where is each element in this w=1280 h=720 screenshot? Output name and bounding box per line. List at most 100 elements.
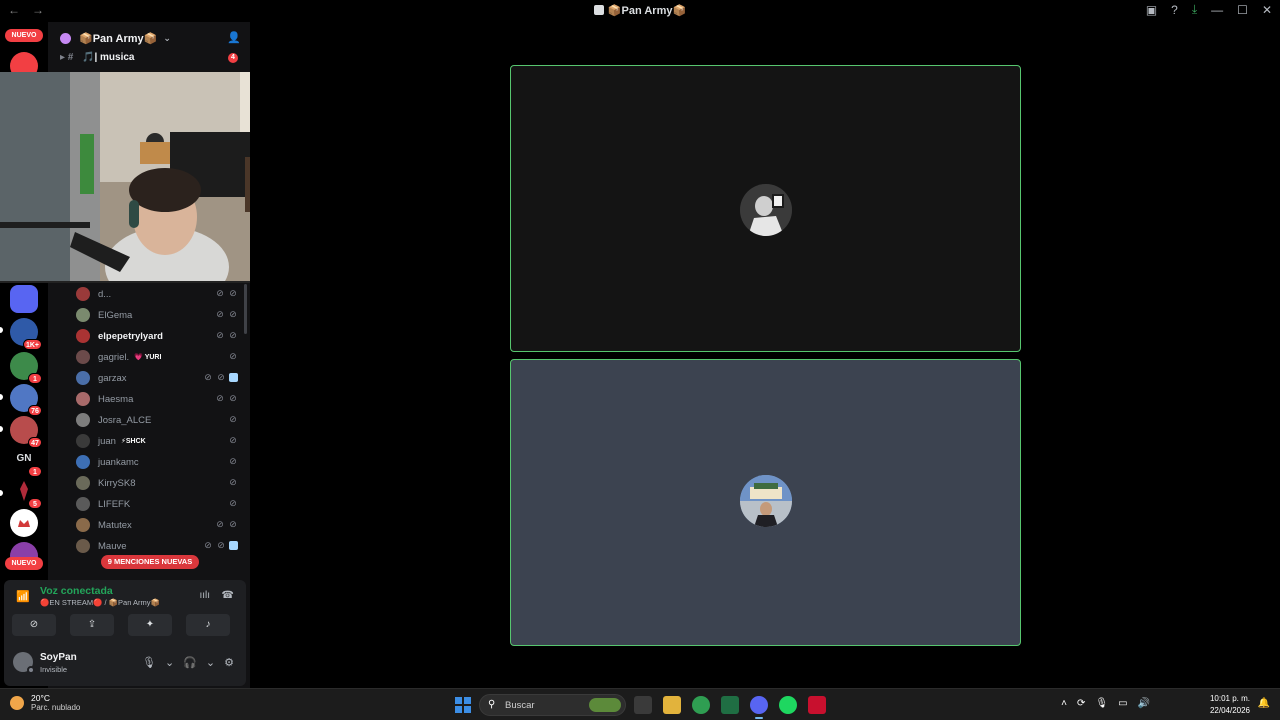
new-badge-top: NUEVO xyxy=(5,29,43,42)
server-icon-rose[interactable]: 5 xyxy=(10,477,42,509)
network-icon[interactable]: ▭ xyxy=(1118,698,1127,709)
list-item[interactable]: d... ⊘ ⊘ xyxy=(76,284,246,304)
chrome-icon[interactable] xyxy=(692,696,710,714)
noise-suppression-icon[interactable]: ıılı xyxy=(199,590,210,601)
boost-icon xyxy=(60,32,71,44)
chevron-down-icon[interactable]: ⌄ xyxy=(206,656,215,669)
list-item[interactable]: Mauve ⊘ ⊘ xyxy=(76,536,246,556)
start-button[interactable] xyxy=(455,697,471,713)
list-item[interactable]: Haesma ⊘ ⊘ xyxy=(76,389,246,409)
deafen-icon: ⊘ xyxy=(217,372,225,382)
screen-share-button[interactable]: ⇪ xyxy=(70,614,114,636)
username[interactable]: SoyPan xyxy=(40,652,77,663)
list-item[interactable]: KirrySK8 ⊘ xyxy=(76,473,246,493)
server-header[interactable]: 📦Pan Army📦 ⌄ 👤 xyxy=(48,22,250,54)
participant-avatar[interactable] xyxy=(740,475,792,527)
time: 10:01 p. m. xyxy=(1209,694,1250,703)
avatar xyxy=(76,518,90,532)
voice-status[interactable]: Voz conectada xyxy=(40,585,113,597)
discord-app-icon xyxy=(593,5,604,15)
spotify-icon[interactable] xyxy=(779,696,797,714)
server-icon-purple[interactable] xyxy=(10,285,38,313)
back-arrow-icon[interactable]: ← xyxy=(8,3,20,17)
mute-icon: ⊘ xyxy=(229,435,237,445)
server-name: 📦Pan Army📦 xyxy=(79,32,158,45)
close-button[interactable]: ✕ xyxy=(1262,3,1272,17)
camera-icon xyxy=(229,373,238,382)
volume-icon[interactable]: 🔊 xyxy=(1138,698,1150,709)
search-box[interactable]: ⚲ Buscar xyxy=(479,694,626,716)
mute-icon: ⊘ xyxy=(216,330,224,340)
unread-dot xyxy=(0,426,3,432)
headphones-icon[interactable]: 🎧 xyxy=(183,656,197,669)
weather-widget[interactable]: 20°C Parc. nublado xyxy=(10,693,80,712)
list-item[interactable]: LIFEFK ⊘ xyxy=(76,494,246,514)
mute-icon: ⊘ xyxy=(229,414,237,424)
date: 22/04/2026 xyxy=(1209,706,1250,715)
search-highlight-image xyxy=(589,698,621,712)
mute-icon: ⊘ xyxy=(229,351,237,361)
list-item[interactable]: garzax ⊘ ⊘ xyxy=(76,368,246,388)
unread-dot xyxy=(0,327,3,333)
task-view-icon[interactable] xyxy=(634,696,652,714)
weather-condition: Parc. nublado xyxy=(31,703,81,712)
soundboard-button[interactable]: ♪ xyxy=(186,614,230,636)
list-item[interactable]: ElGema ⊘ ⊘ xyxy=(76,305,246,325)
signal-icon[interactable]: 📶 xyxy=(16,590,30,604)
list-item[interactable]: Josra_ALCE ⊘ xyxy=(76,410,246,430)
voice-channel-detail[interactable]: 🔴EN STREAM🔴 / 📦Pan Army📦 xyxy=(40,598,160,607)
app-icon-red[interactable] xyxy=(808,696,826,714)
temperature: 20°C xyxy=(31,693,50,703)
deafen-icon: ⊘ xyxy=(229,519,237,529)
add-member-icon[interactable]: 👤 xyxy=(227,31,241,44)
list-item[interactable]: juankamc ⊘ xyxy=(76,452,246,472)
server-icon-anime[interactable]: 76 xyxy=(10,384,42,416)
chevron-down-icon[interactable]: ⌄ xyxy=(165,656,174,669)
server-icon-green[interactable]: 1 xyxy=(10,352,42,384)
voice-connected-panel: 📶 Voz conectada 🔴EN STREAM🔴 / 📦Pan Army📦… xyxy=(4,580,246,642)
video-tile-speaking-2[interactable] xyxy=(510,359,1021,646)
minimize-button[interactable]: — xyxy=(1211,3,1223,17)
gear-icon[interactable]: ⚙ xyxy=(224,656,234,669)
disconnect-icon[interactable]: ☎ xyxy=(222,590,234,601)
download-icon[interactable]: ⤓ xyxy=(1192,2,1197,17)
microphone-icon[interactable]: 🎙 xyxy=(1095,698,1108,709)
mute-icon: ⊘ xyxy=(216,309,224,319)
microphone-icon[interactable]: 🎙 xyxy=(142,656,156,669)
window-title: 📦Pan Army📦 xyxy=(0,4,1280,17)
list-item[interactable]: juan ⚡SHCK ⊘ xyxy=(76,431,246,451)
sync-icon[interactable]: ⟳ xyxy=(1077,698,1085,709)
deafen-icon: ⊘ xyxy=(217,540,225,550)
server-icon-red-art[interactable]: 47 xyxy=(10,416,42,448)
new-mentions-button[interactable]: 9 MENCIONES NUEVAS xyxy=(101,555,199,569)
server-icon-white[interactable] xyxy=(10,509,38,537)
channel-item-musica[interactable]: ▸ # 🎵| musica 4 xyxy=(48,52,250,66)
avatar[interactable] xyxy=(13,652,35,674)
forward-arrow-icon[interactable]: → xyxy=(32,3,44,17)
activities-button[interactable]: ✦ xyxy=(128,614,172,636)
list-item[interactable]: gagriel. 💗 YURI ⊘ xyxy=(76,347,246,367)
video-tile-speaking[interactable] xyxy=(510,65,1021,352)
mute-icon: ⊘ xyxy=(204,540,212,550)
list-item[interactable]: Matutex ⊘ ⊘ xyxy=(76,515,246,535)
avatar xyxy=(76,539,90,553)
deafen-icon: ⊘ xyxy=(229,288,237,298)
notification-icon[interactable]: 🔔 xyxy=(1258,698,1270,709)
inbox-icon[interactable]: ▣ xyxy=(1146,3,1157,17)
camera-icon xyxy=(229,541,238,550)
avatar xyxy=(76,350,90,364)
user-status: Invisible xyxy=(40,665,68,674)
file-explorer-icon[interactable] xyxy=(663,696,681,714)
participant-avatar[interactable] xyxy=(740,184,792,236)
excel-icon[interactable] xyxy=(721,696,739,714)
weather-icon xyxy=(10,695,24,710)
maximize-button[interactable]: ☐ xyxy=(1237,3,1248,17)
server-icon-blue[interactable]: 1K+ xyxy=(10,318,42,350)
server-icon-gn[interactable]: GN 1 xyxy=(10,445,42,477)
chevron-up-icon[interactable]: ˄ xyxy=(1061,698,1067,709)
list-item[interactable]: elpepetrylyard ⊘ ⊘ xyxy=(76,326,246,346)
clock[interactable]: 10:01 p. m. 22/04/2026 xyxy=(1210,693,1250,717)
help-icon[interactable]: ? xyxy=(1171,3,1178,17)
discord-icon[interactable] xyxy=(750,696,768,719)
camera-off-button[interactable]: ⊘ xyxy=(12,614,56,636)
